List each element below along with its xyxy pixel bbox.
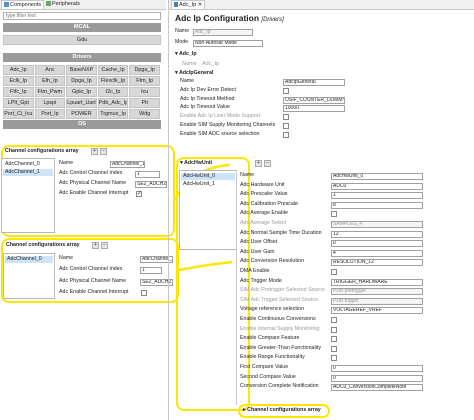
- hw-fields-field-21[interactable]: 0: [331, 374, 423, 382]
- hw-fields-label-9: Adc Conversion Resolution: [240, 258, 304, 265]
- hwunit-item-1[interactable]: AdcHwUnit_1: [181, 181, 235, 188]
- hw-fields-label-3: Adc Calibration Prescale: [240, 200, 298, 207]
- hw-fields-label-11: Adc Trigger Mode: [240, 277, 282, 284]
- hw-fields-field-11[interactable]: TRIGGER_HARDWARE: [331, 278, 423, 286]
- general-fields-label-2: Adc Ip Timeout Method: [180, 95, 235, 102]
- hw-fields-label-4: Adc Average Enable: [240, 210, 288, 217]
- editor-name-label: Name: [175, 28, 190, 34]
- general-fields-field-0[interactable]: AdcIpGeneral: [283, 79, 345, 86]
- general-fields-checkbox-6[interactable]: [283, 131, 289, 138]
- file-icon: [174, 2, 178, 8]
- general-fields-checkbox-4[interactable]: [283, 114, 289, 121]
- editor-title: Adc Ip Configuration [Drivers]: [175, 13, 284, 23]
- hw-fields-label-19: Enable Range Functionality: [240, 354, 305, 361]
- hw-fields-label-14: Voltage reference selection: [240, 306, 304, 313]
- hw-fields-field-8[interactable]: 4: [331, 249, 423, 257]
- general-fields-label-3: Adc Ip Timeout Value: [180, 104, 230, 111]
- general-fields-label-1: Adc Ip Dev Error Detect: [180, 86, 236, 93]
- hw-fields-checkbox-16[interactable]: [331, 326, 337, 333]
- general-fields-field-3[interactable]: 10000: [283, 105, 345, 113]
- hw-fields-checkbox-4[interactable]: [331, 211, 337, 218]
- hw-fields-checkbox-10[interactable]: [331, 269, 337, 275]
- hw-fields-label-13: SIM Adc Trigger Selected Source: [240, 296, 319, 303]
- hw-fields-checkbox-19[interactable]: [331, 355, 337, 362]
- editor-title-suffix: [Drivers]: [261, 17, 284, 23]
- hw-fields-field-0[interactable]: AdcHwUnit_0: [331, 173, 423, 180]
- inner-tab-adc-ip[interactable]: Adc_Ip: [200, 60, 221, 69]
- hw-fields-field-1[interactable]: ADC0: [331, 182, 423, 190]
- hw-fields-label-10: DMA Enable: [240, 268, 270, 274]
- hw-fields-field-3[interactable]: 8: [331, 201, 423, 209]
- editor-tabstrip: [169, 0, 474, 10]
- panel-divider: [168, 0, 169, 420]
- general-fields-label-5: Enable SIM Supply Monitoring Channels: [180, 122, 276, 128]
- editor-mode-label: Mode: [175, 39, 189, 45]
- hw-fields-label-1: Adc Hardware Unit: [240, 181, 285, 188]
- hw-fields-field-13[interactable]: PDB trigger: [331, 297, 423, 305]
- hw-fields-field-14[interactable]: VOLTAGEREF_VREF: [331, 307, 423, 315]
- hw-fields-label-15: Enable Continuous Conversions: [240, 316, 316, 322]
- tab-editor-adc-ip[interactable]: Adc_Ip ✕: [171, 0, 206, 9]
- hw-fields-label-2: Adc Prescaler Value: [240, 191, 288, 198]
- general-fields-field-2[interactable]: OSIF_COUNTER_DUMMY: [283, 96, 345, 104]
- hw-fields-label-7: Adc User Offset: [240, 239, 278, 246]
- editor-mode-field[interactable]: Non-Autosar Mode: [193, 40, 263, 47]
- hwunit-divider: [236, 170, 237, 405]
- hw-fields-label-16: Enable Internal Supply Monitoring: [240, 325, 320, 332]
- inner-tab-name[interactable]: Name: [180, 60, 199, 69]
- hw-fields-field-7[interactable]: 0: [331, 240, 423, 248]
- hwunit-remove-button[interactable]: −: [264, 160, 271, 167]
- hwunit-item-0[interactable]: AdcHwUnit_0: [181, 173, 235, 180]
- hw-fields-label-22: Conversion Complete Notification: [240, 383, 319, 390]
- hwunit-add-button[interactable]: +: [255, 160, 262, 167]
- hw-fields-field-2[interactable]: 1: [331, 192, 423, 200]
- general-fields-label-4: Enable Adc Ip User Mode Support: [180, 113, 261, 120]
- general-fields-label-6: Enable SIM ADC source selection: [180, 130, 260, 137]
- hwunit-header-text: AdcHwUnit: [183, 160, 213, 166]
- hw-fields-field-22[interactable]: ADC0_ConversionCompleteNotif: [331, 384, 423, 392]
- adc-ip-general-text: AdcIpGeneral: [178, 70, 214, 76]
- general-fields-checkbox-5[interactable]: [283, 123, 289, 129]
- general-fields-checkbox-1[interactable]: [283, 87, 289, 94]
- hw-fields-checkbox-17[interactable]: [331, 336, 337, 343]
- adc-ip-section-text: Adc_Ip: [178, 51, 197, 57]
- hwunit-list: AdcHwUnit_0 AdcHwUnit_1: [179, 170, 237, 250]
- hw-fields-label-8: Adc User Gain: [240, 248, 275, 255]
- hw-fields-label-17: Enable Compare Feature: [240, 335, 300, 342]
- editor-name-field[interactable]: Adc_Ip: [193, 29, 253, 36]
- hw-fields-label-0: Name: [240, 172, 255, 178]
- general-fields-label-0: Name: [180, 78, 195, 84]
- hw-fields-label-12: SIM Adc Pretrigger Selected Source: [240, 287, 325, 294]
- editor-title-text: Adc Ip Configuration: [175, 13, 260, 23]
- hwunit-header[interactable]: ▾ AdcHwUnit: [180, 160, 212, 167]
- hw-fields-label-21: Second Compare Value: [240, 373, 296, 380]
- hw-fields-field-6[interactable]: 12: [331, 230, 423, 238]
- hw-fields-field-9[interactable]: RESOLUTION_12: [331, 259, 423, 267]
- hw-fields-field-20[interactable]: 0: [331, 365, 423, 372]
- adc-ip-general-header[interactable]: ▾ AdcIpGeneral: [175, 70, 213, 77]
- tab-editor-label: Adc_Ip: [179, 2, 197, 8]
- editor-chan-array-text: Channel configurations array: [247, 407, 321, 413]
- hw-fields-field-5[interactable]: SAMPLES_4: [331, 221, 423, 228]
- hw-fields-field-12[interactable]: PDB pretrigger: [331, 288, 423, 296]
- hw-fields-label-20: First Compare Value: [240, 364, 289, 370]
- hw-fields-label-18: Enable Greater-Than Functionality: [240, 344, 321, 351]
- adc-ip-section-header[interactable]: ▾ Adc_Ip: [175, 51, 197, 58]
- editor-chan-array-header[interactable]: ▸ Channel configurations array: [243, 407, 321, 414]
- hw-fields-label-6: Adc Normal Sample Time Duration: [240, 229, 322, 236]
- hw-fields-checkbox-15[interactable]: [331, 317, 337, 323]
- hw-fields-checkbox-18[interactable]: [331, 345, 337, 352]
- hw-fields-label-5: Adc Average Select: [240, 220, 287, 226]
